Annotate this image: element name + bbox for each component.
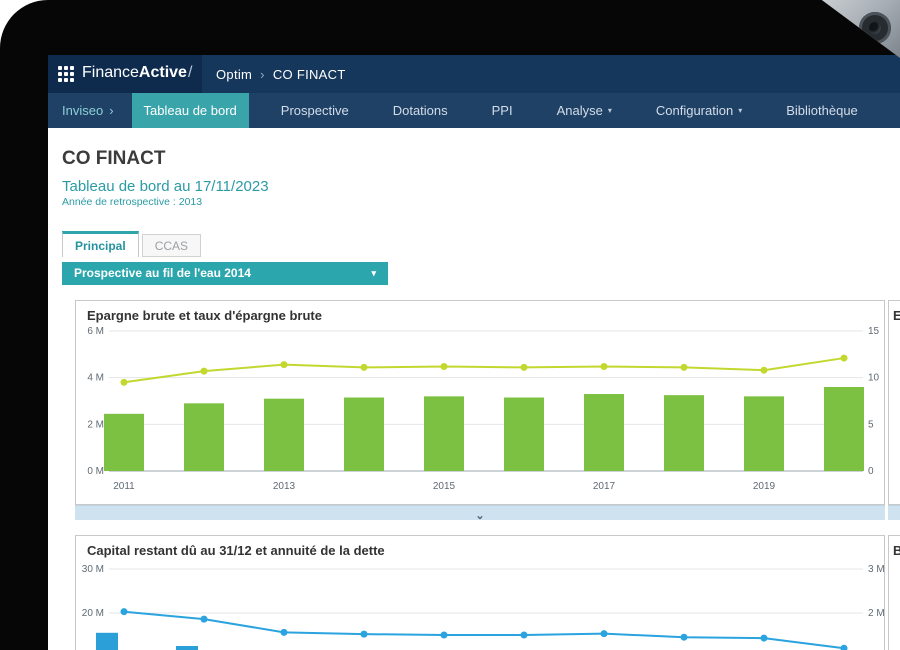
epargne-brute-chart: 6 M 15 4 M 10 2 M 5 0 M 0 2011 2013 2015 2017 2019: [76, 301, 884, 502]
svg-text:0: 0: [868, 466, 874, 477]
finance-active-logo[interactable]: FinanceActive/: [82, 64, 192, 82]
chart-panel-epargne-brute: Epargne brute et taux d'épargne brute 6 …: [75, 300, 885, 505]
expand-strip[interactable]: ⌄: [75, 505, 885, 520]
svg-text:2019: 2019: [753, 481, 776, 492]
apps-grid-icon[interactable]: [58, 66, 74, 82]
retrospective-year-note: Année de retrospective : 2013: [62, 196, 202, 208]
nav-item-ppi[interactable]: PPI: [480, 93, 525, 128]
chevron-down-icon: ⌄: [475, 510, 484, 522]
nav-item-tableau-de-bord[interactable]: Tableau de bord: [132, 93, 249, 128]
tab-ccas[interactable]: CCAS: [142, 234, 201, 257]
svg-text:2013: 2013: [273, 481, 296, 492]
svg-text:2011: 2011: [113, 481, 135, 492]
breadcrumb-app[interactable]: Optim: [216, 67, 252, 82]
nav-item-label: Analyse: [557, 103, 603, 118]
nav-item-label: PPI: [492, 103, 513, 118]
nav-inviseo-label: Inviseo: [62, 103, 103, 118]
logo-finance: Finance: [82, 64, 139, 81]
expand-strip-partial[interactable]: [888, 505, 900, 520]
logo-active: Active: [139, 64, 187, 81]
chevron-down-icon: ▾: [738, 106, 742, 115]
nav-item-label: Dotations: [393, 103, 448, 118]
main-nav-items: Tableau de bord Prospective Dotations PPI An…: [122, 93, 900, 128]
nav-item-dotations[interactable]: Dotations: [381, 93, 460, 128]
svg-text:3 M: 3 M: [868, 564, 884, 575]
nav-item-label: Bibliothèque: [786, 103, 858, 118]
svg-text:2017: 2017: [593, 481, 616, 492]
nav-item-label: Tableau de bord: [144, 103, 237, 118]
nav-item-outils[interactable]: Outils: [890, 93, 900, 128]
svg-text:2015: 2015: [433, 481, 456, 492]
svg-text:20 M: 20 M: [82, 608, 104, 619]
svg-text:6 M: 6 M: [87, 326, 104, 337]
svg-text:2 M: 2 M: [87, 419, 104, 430]
capital-restant-chart: 30 M 3 M 20 M 2 M: [76, 536, 884, 650]
nav-item-configuration[interactable]: Configuration ▾: [644, 93, 754, 128]
chevron-down-icon: ▾: [371, 262, 376, 285]
page-content: CO FINACT Tableau de bord au 17/11/2023 …: [48, 128, 900, 650]
main-nav: Inviseo › Tableau de bord Prospective Dota…: [48, 93, 900, 128]
chart-panel-capital-restant: Capital restant dû au 31/12 et annuité d…: [75, 535, 885, 650]
right-panel-partial-bottom: B: [888, 535, 900, 650]
logo-block: FinanceActive/: [48, 55, 202, 93]
tab-principal[interactable]: Principal: [62, 231, 139, 257]
nav-item-label: Configuration: [656, 103, 733, 118]
svg-text:5: 5: [868, 419, 874, 430]
nav-item-inviseo[interactable]: Inviseo ›: [48, 93, 122, 128]
right-panel-partial-top: E: [888, 300, 900, 505]
app-header: FinanceActive/ Optim › CO FINACT: [48, 55, 900, 93]
partial-title: E: [893, 308, 900, 323]
scenario-dropdown[interactable]: Prospective au fil de l'eau 2014 ▾: [62, 262, 388, 285]
chevron-down-icon: ▾: [608, 106, 612, 115]
svg-text:0 M: 0 M: [87, 466, 104, 477]
page-title: CO FINACT: [62, 148, 165, 170]
app-screen: FinanceActive/ Optim › CO FINACT Inviseo…: [48, 55, 900, 650]
camera-lens-icon: [869, 22, 881, 34]
page-subtitle: Tableau de bord au 17/11/2023: [62, 178, 269, 195]
nav-item-bibliotheque[interactable]: Bibliothèque: [774, 93, 870, 128]
breadcrumb: Optim › CO FINACT: [216, 55, 346, 93]
logo-slash: /: [188, 64, 192, 81]
chevron-right-icon: ›: [109, 103, 113, 118]
svg-text:10: 10: [868, 373, 880, 384]
nav-item-label: Prospective: [281, 103, 349, 118]
nav-item-analyse[interactable]: Analyse ▾: [545, 93, 624, 128]
svg-text:30 M: 30 M: [82, 564, 104, 575]
partial-title: B: [893, 543, 900, 558]
scenario-dropdown-value: Prospective au fil de l'eau 2014: [74, 266, 251, 280]
svg-text:4 M: 4 M: [87, 373, 104, 384]
breadcrumb-page: CO FINACT: [273, 67, 346, 82]
svg-text:15: 15: [868, 326, 880, 337]
breadcrumb-separator-icon: ›: [260, 67, 265, 82]
nav-item-prospective[interactable]: Prospective: [269, 93, 361, 128]
tabs: PrincipalCCAS: [62, 231, 201, 257]
svg-text:2 M: 2 M: [868, 608, 884, 619]
